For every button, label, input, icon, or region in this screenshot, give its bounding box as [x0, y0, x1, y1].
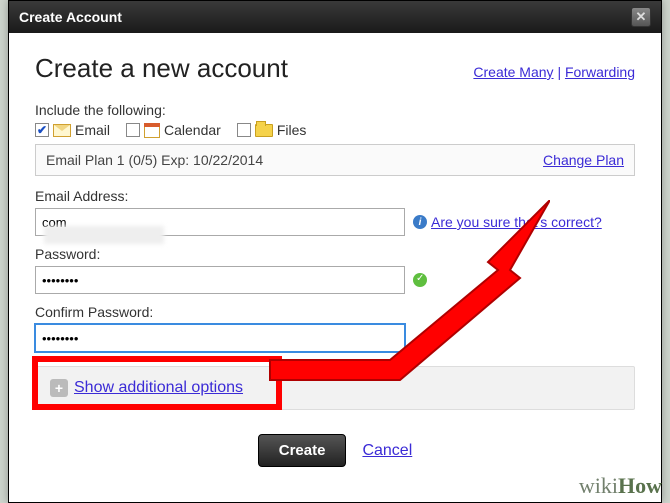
create-many-link[interactable]: Create Many: [473, 64, 553, 80]
link-separator: |: [557, 64, 565, 80]
info-icon: i: [413, 215, 427, 229]
close-button[interactable]: ✕: [631, 7, 651, 27]
email-hint-link[interactable]: Are you sure that's correct?: [431, 214, 602, 230]
include-option-files[interactable]: Files: [237, 122, 307, 138]
email-checkbox[interactable]: [35, 123, 49, 137]
show-additional-options-link[interactable]: Show additional options: [74, 379, 243, 397]
include-option-email[interactable]: Email: [35, 122, 110, 138]
page-title: Create a new account: [35, 53, 288, 84]
header-links: Create Many | Forwarding: [473, 64, 635, 80]
include-label: Include the following:: [35, 102, 635, 118]
create-button[interactable]: Create: [258, 434, 347, 467]
additional-options-bar[interactable]: + Show additional options: [35, 366, 635, 410]
confirm-password-label: Confirm Password:: [35, 304, 635, 320]
email-hint: i Are you sure that's correct?: [413, 214, 602, 230]
include-row: Email Calendar Files: [35, 122, 635, 138]
cancel-link[interactable]: Cancel: [362, 442, 412, 460]
calendar-checkbox[interactable]: [126, 123, 140, 137]
files-checkbox[interactable]: [237, 123, 251, 137]
titlebar: Create Account ✕: [9, 1, 661, 33]
calendar-icon: [144, 123, 160, 138]
password-field-row: Password:: [35, 246, 635, 294]
email-option-label: Email: [75, 122, 110, 138]
include-option-calendar[interactable]: Calendar: [126, 122, 221, 138]
forwarding-link[interactable]: Forwarding: [565, 64, 635, 80]
titlebar-title: Create Account: [19, 9, 122, 25]
folder-icon: [255, 124, 273, 137]
password-label: Password:: [35, 246, 635, 262]
watermark: wikiHow: [579, 473, 662, 499]
plan-box: Email Plan 1 (0/5) Exp: 10/22/2014 Chang…: [35, 144, 635, 176]
email-label: Email Address:: [35, 188, 635, 204]
confirm-password-field-row: Confirm Password:: [35, 304, 635, 352]
email-blur: [44, 226, 164, 244]
checkmark-icon: [413, 273, 427, 287]
plus-icon: +: [50, 379, 68, 397]
mail-icon: [53, 124, 71, 137]
confirm-password-input[interactable]: [35, 324, 405, 352]
dialog-content: Create a new account Create Many | Forwa…: [9, 33, 661, 477]
password-input[interactable]: [35, 266, 405, 294]
files-option-label: Files: [277, 122, 307, 138]
calendar-option-label: Calendar: [164, 122, 221, 138]
create-account-dialog: Create Account ✕ Create a new account Cr…: [8, 0, 662, 503]
change-plan-link[interactable]: Change Plan: [543, 152, 624, 168]
plan-text: Email Plan 1 (0/5) Exp: 10/22/2014: [46, 152, 263, 168]
footer: Create Cancel: [35, 434, 635, 467]
